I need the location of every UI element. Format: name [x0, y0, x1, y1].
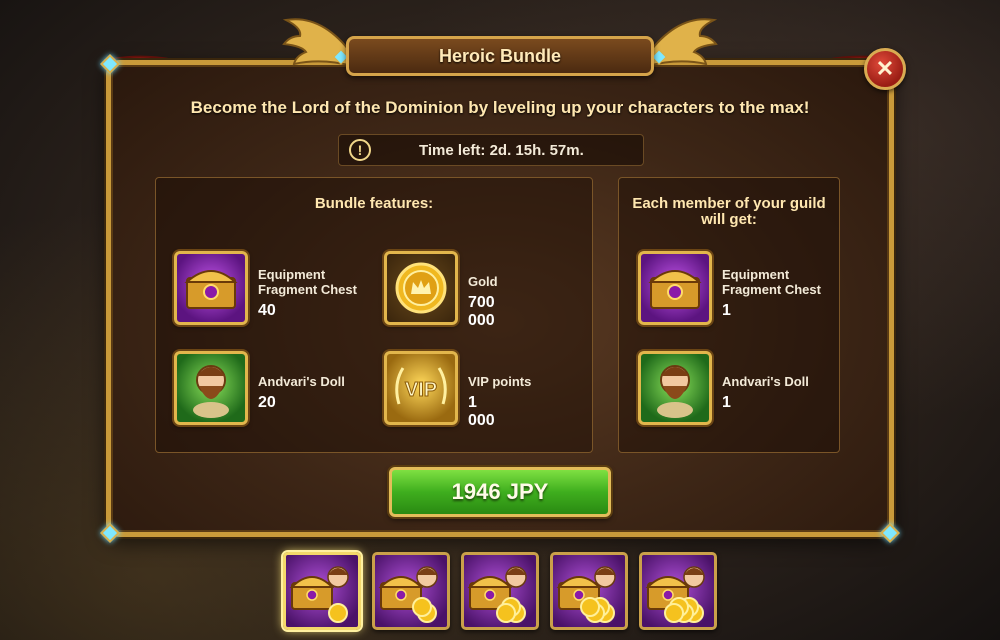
bundle-tab[interactable]	[550, 552, 628, 630]
item-name: Andvari's Doll	[258, 374, 345, 389]
buy-button-label: 1946 JPY	[451, 479, 549, 504]
bundle-tab[interactable]	[283, 552, 361, 630]
exclamation-icon: !	[349, 139, 371, 161]
chest-with-coins-icon	[467, 566, 527, 623]
item-quantity: 1	[722, 302, 731, 319]
gold-coin-icon	[384, 251, 458, 325]
golden-wing-right-icon	[647, 18, 718, 68]
guild-rewards-title: Each member of your guild will get:	[632, 195, 826, 228]
title-plate: Heroic Bundle	[346, 36, 654, 76]
chest-with-coins-icon	[378, 566, 438, 623]
item-name: Equipment Fragment Chest	[258, 267, 357, 297]
vip-icon: VIP	[384, 351, 458, 425]
svg-text:VIP: VIP	[405, 379, 437, 401]
time-left-bar: ! Time left: 2d. 15h. 57m.	[338, 134, 644, 166]
chest-with-coins-icon	[556, 566, 616, 623]
bundle-features-title: Bundle features:	[314, 195, 434, 212]
bundle-tab[interactable]	[639, 552, 717, 630]
bundle-description: Become the Lord of the Dominion by level…	[190, 98, 810, 117]
buy-button[interactable]: 1946 JPY	[389, 467, 611, 517]
item-quantity: 700 000	[468, 294, 495, 329]
dialog-title: Heroic Bundle	[438, 45, 562, 66]
guild-rewards-panel: Each member of your guild will get: Equip…	[618, 177, 840, 453]
bundle-features-panel: Bundle features: Equipment Fragment Chest…	[155, 177, 593, 453]
chest-with-coins-icon	[645, 566, 705, 623]
item-name: VIP points	[468, 374, 532, 389]
item-name: Andvari's Doll	[722, 374, 809, 389]
andvari-doll-icon	[638, 351, 712, 425]
equipment-chest-icon	[174, 251, 248, 325]
item-name: Gold	[468, 274, 498, 289]
golden-wing-left-icon	[282, 18, 353, 68]
bundle-tab[interactable]	[372, 552, 450, 630]
item-quantity: 20	[258, 394, 276, 411]
item-quantity: 1	[722, 394, 731, 411]
time-left-text: Time left: 2d. 15h. 57m.	[419, 142, 584, 159]
item-quantity: 40	[258, 302, 276, 319]
item-name: Equipment Fragment Chest	[722, 267, 821, 297]
andvari-doll-icon	[174, 351, 248, 425]
close-icon: ✕	[875, 56, 895, 81]
close-button[interactable]: ✕	[864, 48, 906, 90]
equipment-chest-icon	[638, 251, 712, 325]
item-quantity: 1 000	[468, 394, 495, 429]
bundle-tab[interactable]	[461, 552, 539, 630]
chest-with-coins-icon	[289, 566, 349, 623]
